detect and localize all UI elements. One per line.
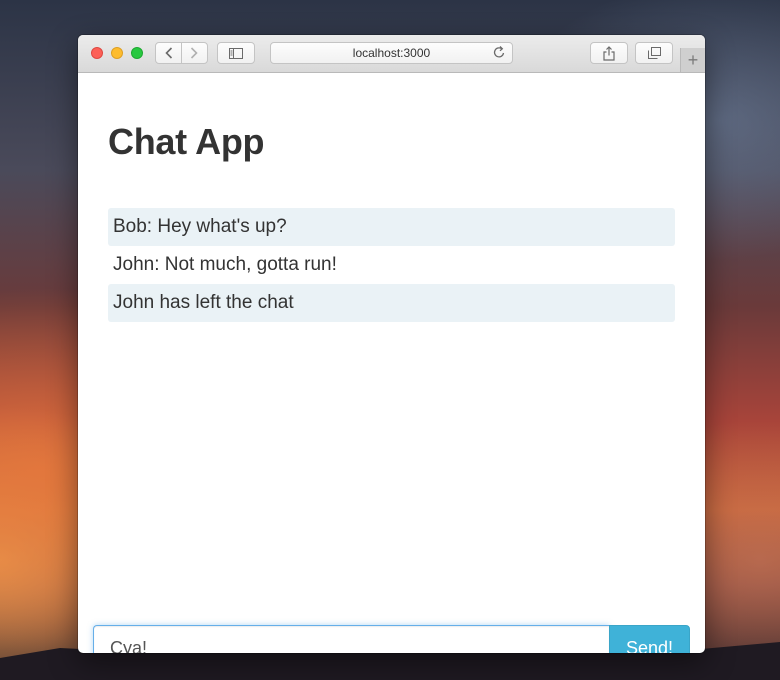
new-tab-button[interactable]: + (680, 48, 705, 72)
chevron-left-icon (164, 47, 172, 59)
maximize-window-button[interactable] (131, 47, 143, 59)
minimize-window-button[interactable] (111, 47, 123, 59)
plus-icon: + (687, 50, 699, 70)
message-composer: Send! (93, 625, 690, 653)
reload-button[interactable] (493, 45, 506, 62)
address-bar[interactable]: localhost:3000 (270, 42, 513, 64)
back-button[interactable] (156, 43, 181, 63)
send-button[interactable]: Send! (609, 625, 690, 653)
show-tabs-button[interactable] (635, 42, 673, 64)
reload-icon (493, 46, 505, 58)
message-item: John: Not much, gotta run! (113, 254, 337, 275)
sidebar-icon (229, 47, 243, 59)
message-item: John has left the chat (108, 284, 675, 322)
share-button[interactable] (590, 42, 628, 64)
message-list: Bob: Hey what's up? John: Not much, gott… (108, 208, 675, 322)
close-window-button[interactable] (91, 47, 103, 59)
desktop-background: localhost:3000 + Chat App Bob: Hey what'… (0, 0, 780, 680)
navigation-buttons (155, 42, 208, 64)
browser-window: localhost:3000 + Chat App Bob: Hey what'… (78, 35, 705, 653)
forward-button[interactable] (182, 43, 207, 63)
share-icon (603, 45, 615, 61)
message-input[interactable] (93, 625, 609, 653)
tabs-icon (647, 47, 661, 59)
browser-toolbar: localhost:3000 + (78, 35, 705, 73)
page-content: Chat App Bob: Hey what's up? John: Not m… (78, 73, 705, 653)
sidebar-toggle-button[interactable] (217, 42, 255, 64)
message-item: Bob: Hey what's up? (108, 208, 675, 246)
address-url: localhost:3000 (352, 46, 431, 60)
chevron-right-icon (191, 47, 199, 59)
page-title: Chat App (108, 121, 265, 162)
